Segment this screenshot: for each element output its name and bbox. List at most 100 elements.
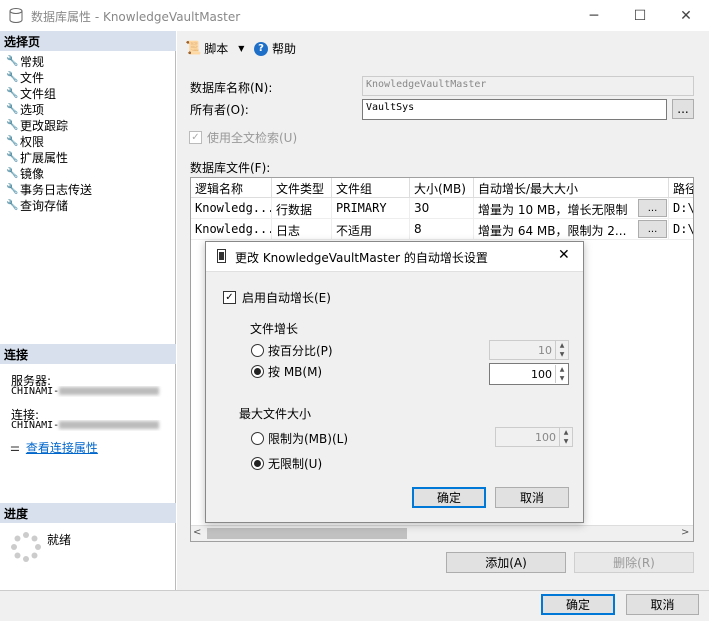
nav-item-label: 选项 <box>20 102 45 117</box>
unlimited-option[interactable]: 无限制(U) <box>251 455 322 472</box>
script-button[interactable]: 📜 脚本 ▼ <box>185 40 244 57</box>
maximize-button[interactable]: ☐ <box>617 0 663 31</box>
nav-item[interactable]: 🔧 查询存储 <box>6 197 68 213</box>
grid-header-cell[interactable]: 文件类型 <box>272 178 332 198</box>
view-connection-properties[interactable]: ⚌ 查看连接属性 <box>10 439 98 456</box>
table-row[interactable]: Knowledg... 日志 不适用 8 增量为 64 MB，限制为 2...... D:… <box>191 219 693 240</box>
close-button[interactable]: ✕ <box>663 0 709 31</box>
nav-item[interactable]: 🔧 更改跟踪 <box>6 117 68 133</box>
spinner-arrows-icon[interactable]: ▲ ▼ <box>555 365 568 383</box>
mb-value[interactable]: 100 <box>490 368 555 381</box>
autogrowth-edit-button[interactable]: ... <box>638 220 667 238</box>
limit-option[interactable]: 限制为(MB)(L) <box>251 430 348 447</box>
owner-browse-button[interactable]: ... <box>672 99 694 119</box>
view-conn-link[interactable]: 查看连接属性 <box>26 439 98 456</box>
wrench-icon: 🔧 <box>6 71 19 83</box>
dialog-app-icon <box>217 249 226 263</box>
horizontal-scrollbar[interactable]: < > <box>191 525 693 541</box>
wrench-icon: 🔧 <box>6 151 19 163</box>
percent-spinner: 10 ▲ ▼ <box>489 340 569 360</box>
nav-item-label: 文件组 <box>20 86 57 101</box>
grid-header-cell[interactable]: 逻辑名称 <box>191 178 272 198</box>
redacted-block <box>59 387 160 395</box>
server-value: CHINAMI- <box>11 386 171 397</box>
grid-header-cell[interactable]: 路径 <box>669 178 693 198</box>
nav-item-label: 更改跟踪 <box>20 118 69 133</box>
dialog-title-bar: 更改 KnowledgeVaultMaster 的自动增长设置 ✕ <box>206 242 583 272</box>
nav-item-label: 权限 <box>20 134 45 149</box>
unlimited-label: 无限制(U) <box>268 457 323 471</box>
footer: 确定 取消 <box>0 590 709 621</box>
dialog-title: 更改 KnowledgeVaultMaster 的自动增长设置 <box>235 251 488 265</box>
database-icon <box>9 8 23 23</box>
grid-header-cell[interactable]: 文件组 <box>332 178 410 198</box>
percent-value: 10 <box>538 343 552 357</box>
percent-radio[interactable] <box>251 344 264 357</box>
grid-cell-group[interactable]: PRIMARY <box>332 198 410 218</box>
grid-cell-path[interactable]: D:\ <box>669 219 693 239</box>
scrollbar-thumb[interactable] <box>207 528 407 539</box>
enable-autogrowth-option[interactable]: ✓ 启用自动增长(E) <box>223 289 331 306</box>
enable-autogrowth-checkbox[interactable]: ✓ <box>223 291 236 304</box>
grid-cell-type[interactable]: 日志 <box>272 219 332 239</box>
grid-cell-type[interactable]: 行数据 <box>272 198 332 218</box>
help-label: 帮助 <box>272 42 297 56</box>
grid-cell-name[interactable]: Knowledg... <box>191 219 272 239</box>
autogrowth-edit-button[interactable]: ... <box>638 199 667 217</box>
nav-item[interactable]: 🔧 扩展属性 <box>6 149 68 165</box>
grid-cell-path[interactable]: D:\ <box>669 198 693 218</box>
select-page-header: 选择页 <box>0 31 176 51</box>
spinner-arrows-icon: ▲ ▼ <box>559 428 572 446</box>
nav-item[interactable]: 🔧 镜像 <box>6 165 44 181</box>
mb-spinner[interactable]: 100 ▲ ▼ <box>489 363 569 385</box>
grid-cell-name[interactable]: Knowledg... <box>191 198 272 218</box>
grid-cell-size[interactable]: 30 <box>410 198 474 218</box>
title-bar: 数据库属性 - KnowledgeVaultMaster ─ ☐ ✕ <box>0 0 709 31</box>
table-row[interactable]: Knowledg... 行数据 PRIMARY 30 增量为 10 MB，增长无限制..… <box>191 198 693 219</box>
limit-radio[interactable] <box>251 432 264 445</box>
nav-item[interactable]: 🔧 文件 <box>6 69 44 85</box>
wrench-icon: 🔧 <box>6 103 19 115</box>
dialog-ok-button[interactable]: 确定 <box>412 487 486 508</box>
owner-field[interactable]: VaultSys <box>362 99 667 120</box>
redacted-block <box>59 421 160 429</box>
fulltext-checkbox: ✓ <box>189 131 202 144</box>
grid-header-cell[interactable]: 大小(MB) <box>410 178 474 198</box>
grid-cell-group[interactable]: 不适用 <box>332 219 410 239</box>
scroll-right-icon[interactable]: > <box>681 527 689 538</box>
dialog-close-icon[interactable]: ✕ <box>558 247 570 263</box>
dialog-cancel-button[interactable]: 取消 <box>495 487 569 508</box>
chevron-down-icon[interactable]: ▼ <box>238 44 244 53</box>
add-button[interactable]: 添加(A) <box>446 552 566 573</box>
nav-item[interactable]: 🔧 文件组 <box>6 85 56 101</box>
script-label: 脚本 <box>204 42 229 56</box>
scroll-left-icon[interactable]: < <box>193 527 201 538</box>
mb-option[interactable]: 按 MB(M) <box>251 363 322 380</box>
nav-item[interactable]: 🔧 权限 <box>6 133 44 149</box>
nav-item-label: 常规 <box>20 54 45 69</box>
connection-props-icon: ⚌ <box>10 441 20 454</box>
script-icon: 📜 <box>185 41 202 56</box>
spinner-arrows-icon: ▲ ▼ <box>555 341 568 359</box>
help-button[interactable]: ? 帮助 <box>254 40 296 57</box>
nav-item[interactable]: 🔧 常规 <box>6 53 44 69</box>
minimize-button[interactable]: ─ <box>571 0 617 31</box>
percent-option[interactable]: 按百分比(P) <box>251 342 333 359</box>
cancel-button[interactable]: 取消 <box>626 594 699 615</box>
wrench-icon: 🔧 <box>6 183 19 195</box>
mb-radio[interactable] <box>251 365 264 378</box>
grid-cell-size[interactable]: 8 <box>410 219 474 239</box>
fulltext-label: 使用全文检索(U) <box>207 131 298 145</box>
progress-status: 就绪 <box>47 533 72 547</box>
mb-label: 按 MB(M) <box>268 365 323 379</box>
ok-button[interactable]: 确定 <box>541 594 615 615</box>
nav-item-label: 镜像 <box>20 166 45 181</box>
db-name-field: KnowledgeVaultMaster <box>362 76 694 96</box>
nav-item[interactable]: 🔧 选项 <box>6 101 44 117</box>
wrench-icon: 🔧 <box>6 55 19 67</box>
progress-header: 进度 <box>0 503 176 523</box>
nav-item[interactable]: 🔧 事务日志传送 <box>6 181 92 197</box>
unlimited-radio[interactable] <box>251 457 264 470</box>
radio-selected-dot <box>254 460 261 467</box>
grid-header-cell[interactable]: 自动增长/最大大小 <box>474 178 669 198</box>
